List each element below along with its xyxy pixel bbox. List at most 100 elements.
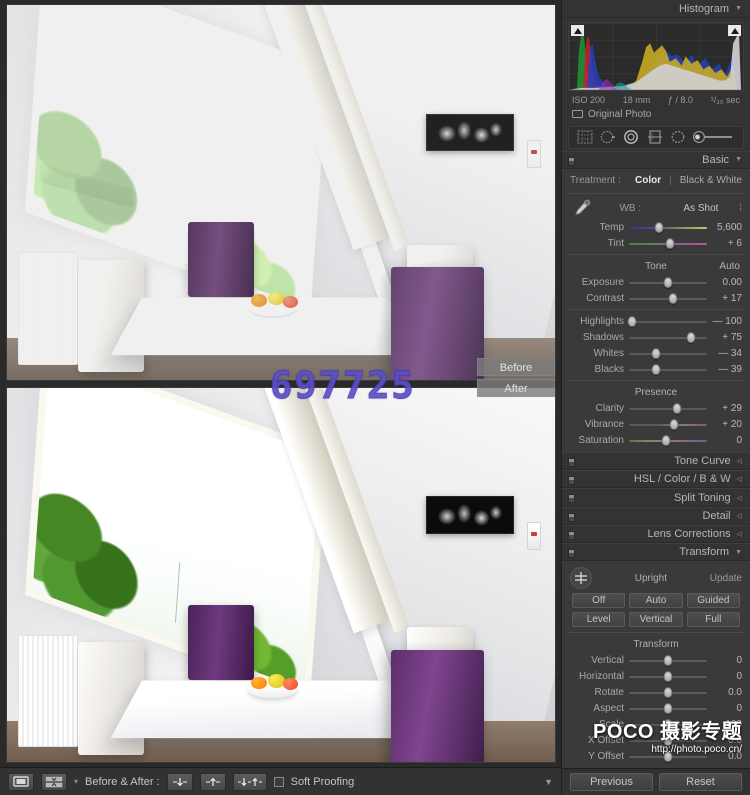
histogram-graph[interactable]	[568, 22, 744, 91]
horizontal-slider[interactable]	[629, 670, 707, 682]
contrast-knob[interactable]	[668, 292, 678, 304]
tint-knob[interactable]	[665, 237, 675, 249]
triangle-down-icon[interactable]: ▼	[735, 5, 742, 12]
hsl-color-bw-section-header[interactable]: HSL / Color / B & W ◁	[562, 470, 750, 489]
triangle-left-icon[interactable]: ◁	[737, 494, 742, 502]
scale-slider[interactable]	[629, 718, 707, 730]
exposure-knob[interactable]	[663, 276, 673, 288]
upright-full-button[interactable]: Full	[686, 612, 740, 628]
highlights-slider[interactable]	[627, 315, 707, 327]
toolbar-collapse-chevron-icon[interactable]: ▼	[544, 777, 553, 787]
highlight-clipping-indicator[interactable]	[728, 25, 741, 37]
histogram-header[interactable]: Histogram ▼	[562, 0, 750, 19]
transform-crosshair-icon[interactable]	[570, 567, 592, 590]
before-after-mode-top-bottom[interactable]	[199, 772, 226, 791]
triangle-left-icon[interactable]: ◁	[737, 457, 742, 465]
vertical-knob[interactable]	[663, 654, 673, 666]
wall-switch	[527, 139, 542, 168]
triangle-left-icon[interactable]: ◁	[737, 475, 742, 483]
histogram-curves	[569, 32, 742, 90]
triangle-down-icon[interactable]: ▼	[735, 549, 742, 556]
transform-enable-switch[interactable]	[568, 549, 575, 559]
rotate-slider[interactable]	[629, 686, 707, 698]
shadows-slider[interactable]	[629, 331, 707, 343]
loupe-view-button[interactable]	[8, 772, 34, 791]
adjustment-brush-tool[interactable]	[692, 129, 736, 145]
after-photo-pane[interactable]	[6, 386, 556, 763]
upright-vertical-button[interactable]: Vertical	[629, 612, 683, 628]
upright-off-button[interactable]: Off	[572, 593, 626, 609]
reset-button[interactable]: Reset	[659, 773, 742, 792]
upright-update-button[interactable]: Update	[710, 573, 742, 584]
tone-auto-button[interactable]: Auto	[719, 261, 740, 272]
clarity-knob[interactable]	[672, 402, 682, 414]
aspect-knob[interactable]	[663, 702, 673, 714]
y-offset-slider[interactable]	[629, 750, 707, 762]
graduated-filter-tool[interactable]	[646, 129, 664, 145]
wb-caret-icon[interactable]: ⁞	[739, 203, 742, 214]
previous-button[interactable]: Previous	[570, 773, 653, 792]
triangle-down-icon[interactable]: ▼	[735, 156, 742, 163]
aspect-slider[interactable]	[629, 702, 707, 714]
treatment-option-color[interactable]: Color	[635, 175, 661, 186]
before-after-view-button[interactable]	[41, 772, 67, 791]
split-toning-section-header[interactable]: Split Toning ◁	[562, 488, 750, 507]
transform-section-header[interactable]: Transform ▼	[562, 543, 750, 562]
triangle-left-icon[interactable]: ◁	[737, 512, 742, 520]
lens-corrections-section-header[interactable]: Lens Corrections ◁	[562, 524, 750, 544]
spot-removal-tool[interactable]	[599, 129, 617, 145]
upright-auto-button[interactable]: Auto	[629, 593, 683, 609]
temp-knob[interactable]	[654, 221, 664, 233]
view-mode-chevron-icon[interactable]: ▾	[74, 777, 78, 786]
soft-proofing-checkbox[interactable]	[273, 776, 284, 787]
basic-enable-switch[interactable]	[568, 156, 575, 166]
saturation-slider[interactable]	[629, 434, 707, 446]
eyedropper-icon[interactable]	[570, 198, 592, 218]
contrast-slider[interactable]	[629, 292, 707, 304]
whites-label: Whites	[593, 347, 624, 359]
ellipse-icon	[671, 131, 685, 144]
upright-level-button[interactable]: Level	[572, 612, 626, 628]
tone-curve-section-header[interactable]: Tone Curve ◁	[562, 452, 750, 471]
whites-knob[interactable]	[651, 347, 661, 359]
basic-section-header[interactable]: Basic ▼	[562, 150, 750, 170]
shadow-clipping-indicator[interactable]	[571, 25, 584, 37]
blacks-knob[interactable]	[651, 363, 661, 375]
shadows-knob[interactable]	[686, 331, 696, 343]
triangle-left-icon[interactable]: ◁	[737, 530, 742, 538]
split-toning-enable-switch[interactable]	[568, 494, 575, 504]
vertical-slider[interactable]	[629, 654, 707, 666]
horizontal-knob[interactable]	[663, 670, 673, 682]
detail-section-header[interactable]: Detail ◁	[562, 506, 750, 525]
hsl-enable-switch[interactable]	[568, 476, 575, 486]
radial-filter-tool[interactable]	[669, 129, 687, 145]
treatment-option-black-and-white[interactable]: Black & White	[680, 175, 742, 186]
lens-corrections-enable-switch[interactable]	[568, 530, 575, 540]
crop-overlay-tool[interactable]	[576, 129, 594, 145]
preview-area: 697725 Before After ▾ Before & After: S…	[0, 0, 561, 795]
before-photo-pane[interactable]	[6, 4, 556, 381]
before-after-mode-left-right[interactable]	[166, 772, 193, 791]
blacks-slider[interactable]	[629, 363, 707, 375]
upright-guided-button[interactable]: Guided	[686, 593, 740, 609]
before-after-mode-split[interactable]	[232, 772, 267, 791]
detail-enable-switch[interactable]	[568, 512, 575, 522]
exposure-slider[interactable]	[629, 276, 707, 288]
vibrance-knob[interactable]	[669, 418, 679, 430]
rotate-knob[interactable]	[663, 686, 673, 698]
highlights-knob[interactable]	[627, 315, 637, 327]
clarity-slider[interactable]	[629, 402, 707, 414]
x-offset-slider[interactable]	[629, 734, 707, 746]
vibrance-slider[interactable]	[629, 418, 707, 430]
wb-value[interactable]: As Shot	[669, 203, 734, 214]
red-eye-correction-tool[interactable]	[622, 129, 640, 145]
temp-slider[interactable]	[629, 221, 707, 233]
saturation-knob[interactable]	[661, 434, 671, 446]
scale-knob[interactable]	[663, 718, 673, 730]
tint-slider[interactable]	[629, 237, 707, 249]
whites-slider[interactable]	[629, 347, 707, 359]
tone-curve-enable-switch[interactable]	[568, 458, 575, 468]
y-offset-knob[interactable]	[663, 750, 673, 762]
slider-row-highlights: Highlights — 100	[562, 313, 750, 329]
x-offset-knob[interactable]	[663, 734, 673, 746]
